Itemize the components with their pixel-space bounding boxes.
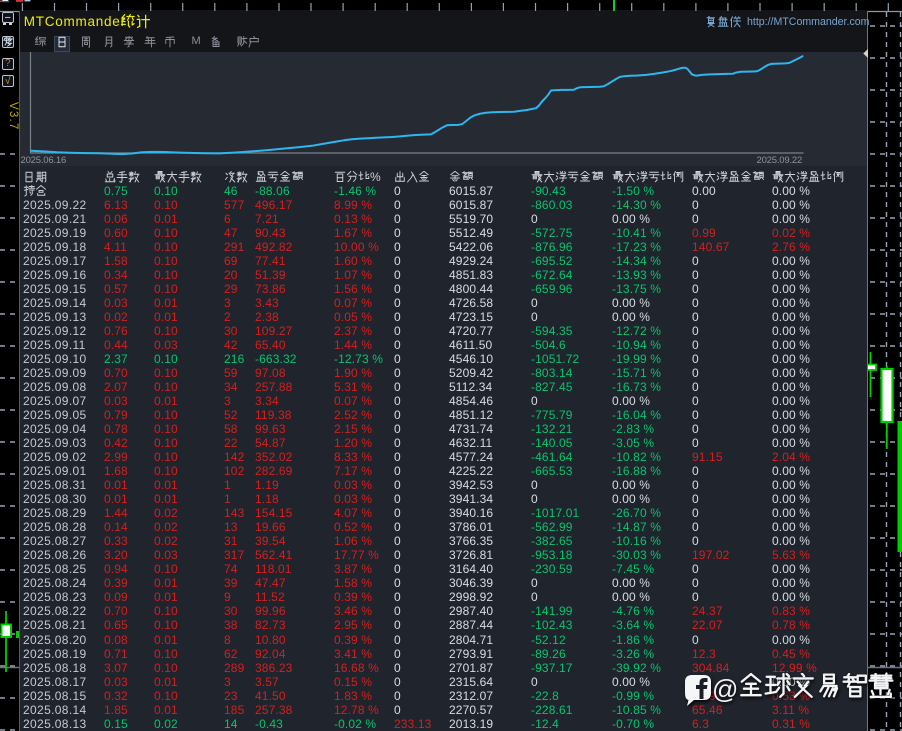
- svg-text:@: @: [712, 674, 738, 704]
